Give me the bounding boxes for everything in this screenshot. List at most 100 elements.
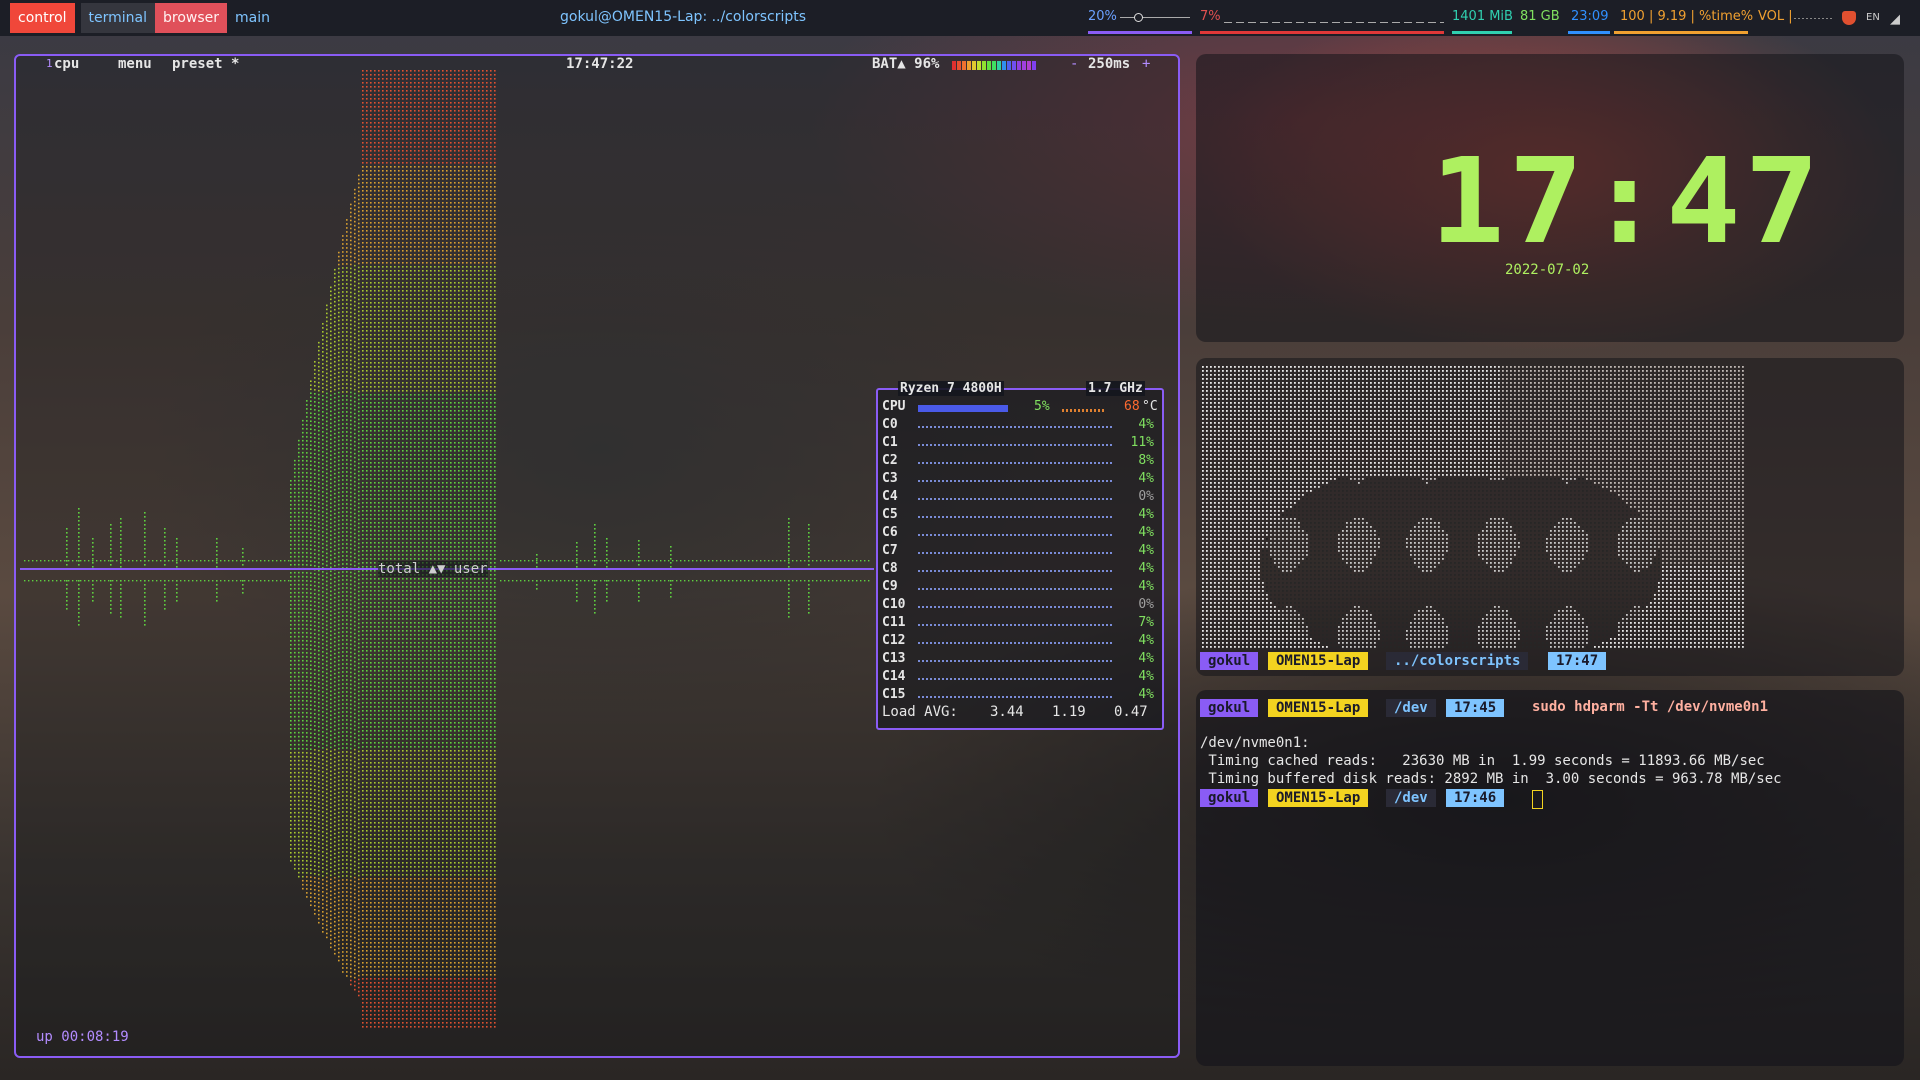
core-percent: 4% — [1138, 417, 1154, 432]
battery-segment — [992, 61, 996, 70]
core-percent: 7% — [1138, 615, 1154, 630]
clock-time: 17:47 — [1430, 134, 1823, 271]
core-label: C6 — [882, 525, 898, 540]
battery-segment — [962, 61, 966, 70]
core-label: C12 — [882, 633, 905, 648]
output-line-1: /dev/nvme0n1: — [1200, 735, 1310, 751]
core-row: C10 0% — [882, 597, 1158, 615]
tag-browser[interactable]: browser — [155, 3, 228, 33]
command-line: sudo hdparm -Tt /dev/nvme0n1 — [1532, 699, 1768, 715]
core-usage-graph — [918, 444, 1114, 446]
load-avg-label: Load AVG: — [882, 704, 958, 720]
battery-segment — [972, 61, 976, 70]
cpu-usage-graph — [1224, 22, 1444, 23]
core-usage-graph — [918, 606, 1114, 608]
battery-segment — [1022, 61, 1026, 70]
battery-segment — [1002, 61, 1006, 70]
cpu-underline — [1200, 31, 1444, 34]
core-label: C7 — [882, 543, 898, 558]
battery-segment — [1012, 61, 1016, 70]
interval-minus[interactable]: - — [1070, 56, 1078, 72]
battery-segment — [957, 61, 961, 70]
core-label: C0 — [882, 417, 898, 432]
core-usage-graph — [918, 462, 1114, 464]
core-usage-graph — [918, 498, 1114, 500]
volume-slider[interactable] — [1794, 18, 1834, 19]
memory-underline — [1452, 31, 1512, 34]
core-label: C3 — [882, 471, 898, 486]
clock-date: 2022-07-02 — [1505, 262, 1589, 278]
stats-underline — [1614, 31, 1748, 34]
core-percent: 4% — [1138, 471, 1154, 486]
prompt2-time: 17:46 — [1446, 789, 1505, 807]
prompt1-time: 17:45 — [1446, 699, 1505, 717]
core-row: C9 4% — [882, 579, 1158, 597]
core-row: C7 4% — [882, 543, 1158, 561]
tag-main[interactable]: main — [227, 3, 278, 33]
battery-status: BAT▲ 96% — [872, 56, 939, 72]
brave-browser-icon[interactable] — [1842, 11, 1856, 25]
core-row: C8 4% — [882, 561, 1158, 579]
prompt1-host: OMEN15-Lap — [1268, 699, 1369, 717]
update-interval[interactable]: 250ms — [1088, 56, 1130, 72]
battery-segment — [982, 61, 986, 70]
core-usage-graph — [918, 570, 1114, 572]
prompt-user: gokul — [1200, 652, 1259, 670]
cpu-history-graph — [24, 70, 870, 1028]
core-usage-graph — [918, 642, 1114, 644]
battery-segment — [987, 61, 991, 70]
prompt1-dir: /dev — [1386, 699, 1436, 717]
volume-label[interactable]: VOL | — [1758, 9, 1793, 24]
prompt-host: OMEN15-Lap — [1268, 652, 1369, 670]
core-row: C0 4% — [882, 417, 1158, 435]
interval-plus[interactable]: + — [1142, 56, 1150, 72]
core-row: C13 4% — [882, 651, 1158, 669]
brightness-underline — [1088, 31, 1192, 34]
core-usage-graph — [918, 624, 1114, 626]
core-percent: 4% — [1138, 579, 1154, 594]
graph-label: total ▲▼ user — [378, 561, 488, 577]
tag-control[interactable]: control — [10, 3, 75, 33]
tag-terminal[interactable]: terminal — [80, 3, 156, 33]
terminal-cursor[interactable] — [1532, 790, 1543, 809]
core-label: C10 — [882, 597, 905, 612]
brightness-slider[interactable] — [1120, 17, 1190, 18]
core-percent: 0% — [1138, 597, 1154, 612]
ascii-art-image — [1202, 366, 1744, 648]
core-percent: 4% — [1138, 525, 1154, 540]
prompt2-dir: /dev — [1386, 789, 1436, 807]
core-row: C3 4% — [882, 471, 1158, 489]
load-avg-1: 3.44 — [990, 704, 1024, 720]
core-usage-graph — [918, 480, 1114, 482]
temp-graph — [1062, 409, 1106, 412]
keyboard-layout[interactable]: EN — [1866, 12, 1880, 23]
battery-segment — [1007, 61, 1011, 70]
prompt2-host: OMEN15-Lap — [1268, 789, 1369, 807]
core-row: C4 0% — [882, 489, 1158, 507]
cpu-total-bar — [918, 405, 1008, 412]
core-row: C11 7% — [882, 615, 1158, 633]
core-percent: 4% — [1138, 561, 1154, 576]
battery-segment — [1032, 61, 1036, 70]
output-line-2: Timing cached reads: 23630 MB in 1.99 se… — [1200, 753, 1764, 769]
core-percent: 8% — [1138, 453, 1154, 468]
core-percent: 11% — [1131, 435, 1154, 450]
battery-segment — [1027, 61, 1031, 70]
core-percent: 4% — [1138, 651, 1154, 666]
disk-value: 81 GB — [1520, 9, 1560, 24]
prompt-time: 17:47 — [1548, 652, 1607, 670]
core-percent: 4% — [1138, 633, 1154, 648]
cpu-total-pct: 5% — [1034, 399, 1050, 414]
output-line-3: Timing buffered disk reads: 2892 MB in 3… — [1200, 771, 1781, 787]
cpu-temperature: 68 — [1124, 399, 1140, 414]
time-underline — [1568, 31, 1610, 34]
brightness-slider-knob[interactable] — [1134, 13, 1143, 22]
core-row: C12 4% — [882, 633, 1158, 651]
cpu-total-label: CPU — [882, 399, 905, 414]
wifi-icon[interactable]: ◢ — [1890, 12, 1900, 27]
core-label: C1 — [882, 435, 898, 450]
cpu-usage-value: 7% — [1200, 9, 1221, 24]
core-row: C5 4% — [882, 507, 1158, 525]
core-usage-graph — [918, 552, 1114, 554]
battery-segment — [1017, 61, 1021, 70]
